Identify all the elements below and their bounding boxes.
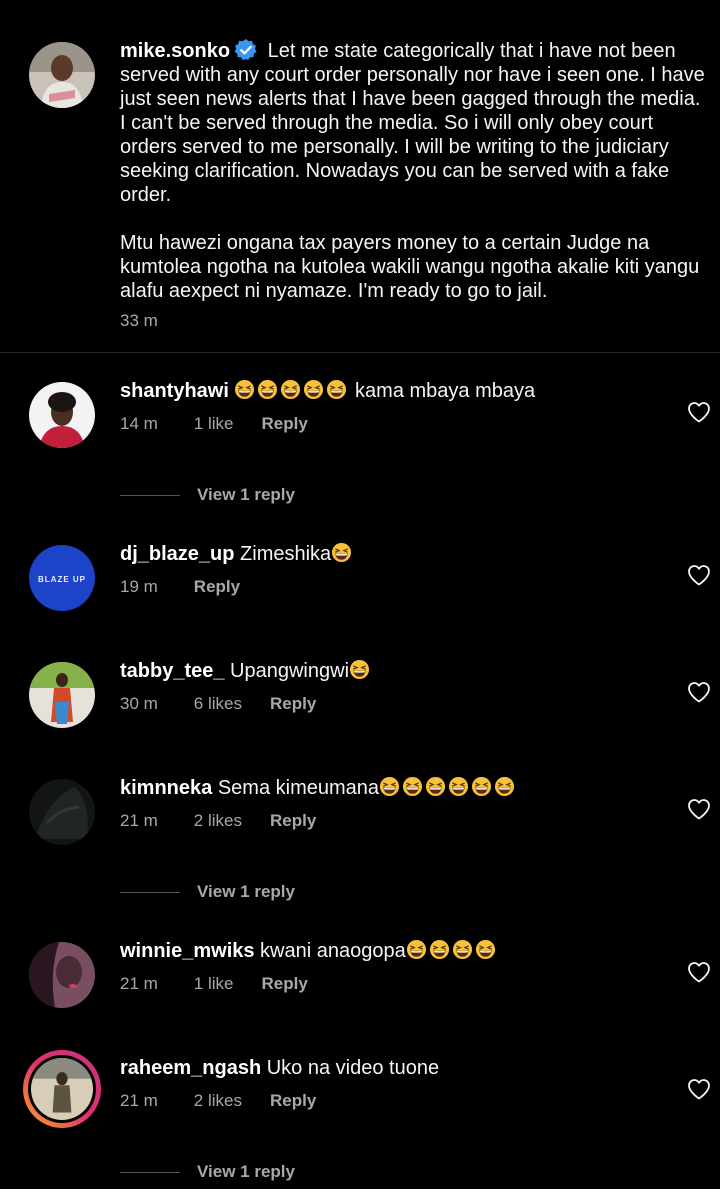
comment-username[interactable]: shantyhawi	[120, 380, 229, 402]
comment-username[interactable]: raheem_ngash	[120, 1057, 261, 1079]
grinning-squinting-face-emoji	[402, 776, 423, 797]
comment-meta: 21 m 1 like Reply	[120, 974, 308, 994]
comment-meta: 21 m 2 likes Reply	[120, 1091, 316, 1111]
comment-timestamp: 30 m	[120, 694, 158, 713]
avatar[interactable]: BLAZE UP	[29, 545, 95, 611]
avatar[interactable]	[29, 779, 95, 845]
grinning-squinting-face-emoji	[429, 939, 449, 960]
caption-timestamp: 33 m	[120, 311, 158, 330]
heart-outline-icon[interactable]	[687, 798, 711, 820]
view-replies-label[interactable]: View 1 reply	[197, 1162, 295, 1181]
grinning-squinting-face-emoji	[452, 939, 472, 960]
grinning-squinting-face-emoji	[425, 776, 446, 797]
grinning-squinting-face-emoji	[475, 939, 495, 960]
comment-text: dj_blaze_up Zimeshika	[120, 542, 705, 566]
heart-outline-icon[interactable]	[687, 564, 711, 586]
comment-timestamp: 21 m	[120, 811, 158, 830]
heart-outline-icon[interactable]	[687, 401, 711, 423]
comment-timestamp: 21 m	[120, 1091, 158, 1110]
avatar[interactable]	[29, 662, 95, 728]
comment-like-count[interactable]: 1 like	[194, 414, 234, 434]
avatar[interactable]	[23, 1050, 101, 1128]
comment-text: kimnneka Sema kimeumana	[120, 776, 705, 800]
comment-message: Upangwingwi	[224, 660, 350, 682]
avatar[interactable]	[29, 382, 95, 448]
comment-message: Uko na video tuone	[261, 1057, 440, 1079]
comment-timestamp: 19 m	[120, 577, 158, 596]
comment-text: winnie_mwiks kwani anaogopa	[120, 939, 705, 963]
caption-text: mike.sonko Let me state categorically th…	[120, 38, 705, 303]
avatar[interactable]	[29, 42, 95, 108]
svg-text:BLAZE UP: BLAZE UP	[38, 575, 86, 584]
comment-message: kwani anaogopa	[254, 940, 406, 962]
reply-button[interactable]: Reply	[270, 811, 316, 831]
comment-meta: 14 m 1 like Reply	[120, 414, 308, 434]
comment-message: Zimeshika	[234, 543, 332, 565]
verified-badge-icon	[234, 39, 257, 61]
heart-outline-icon[interactable]	[687, 961, 711, 983]
divider	[120, 1172, 180, 1174]
divider	[120, 495, 180, 497]
caption-paragraph-1: Let me state categorically that i have n…	[120, 40, 705, 206]
comment-like-count[interactable]: 1 like	[194, 974, 234, 994]
caption-username[interactable]: mike.sonko	[120, 40, 230, 62]
reply-button[interactable]: Reply	[270, 1091, 316, 1111]
grinning-squinting-face-emoji	[281, 379, 301, 400]
grinning-squinting-face-emoji	[349, 659, 370, 680]
comment-meta: 30 m 6 likes Reply	[120, 694, 316, 714]
post-caption: mike.sonko Let me state categorically th…	[0, 0, 720, 353]
grinning-squinting-face-emoji	[235, 379, 255, 400]
comment-text: tabby_tee_ Upangwingwi	[120, 659, 705, 683]
grinning-squinting-face-emoji	[258, 379, 278, 400]
comment-message: kama mbaya mbaya	[349, 380, 536, 402]
reply-button[interactable]: Reply	[194, 577, 240, 597]
grinning-squinting-face-emoji	[448, 776, 469, 797]
caption-paragraph-2: Mtu hawezi ongana tax payers money to a …	[120, 232, 700, 302]
avatar[interactable]	[29, 942, 95, 1008]
view-replies-label[interactable]: View 1 reply	[197, 882, 295, 901]
comment-username[interactable]: dj_blaze_up	[120, 543, 234, 565]
view-replies-button[interactable]: View 1 reply	[120, 882, 295, 902]
view-replies-button[interactable]: View 1 reply	[120, 1162, 295, 1182]
comment-meta: 21 m 2 likes Reply	[120, 811, 316, 831]
comment-text: raheem_ngash Uko na video tuone	[120, 1056, 705, 1080]
view-replies-button[interactable]: View 1 reply	[120, 485, 295, 505]
grinning-squinting-face-emoji	[304, 379, 324, 400]
comment-like-count[interactable]: 2 likes	[194, 1091, 242, 1111]
comment-meta: 19 m Reply	[120, 577, 240, 597]
comment-timestamp: 21 m	[120, 974, 158, 993]
comment-like-count[interactable]: 6 likes	[194, 694, 242, 714]
comment-timestamp: 14 m	[120, 414, 158, 433]
grinning-squinting-face-emoji	[471, 776, 492, 797]
heart-outline-icon[interactable]	[687, 681, 711, 703]
reply-button[interactable]: Reply	[261, 974, 307, 994]
grinning-squinting-face-emoji	[332, 542, 352, 563]
grinning-squinting-face-emoji	[406, 939, 426, 960]
reply-button[interactable]: Reply	[261, 414, 307, 434]
comment-text: shantyhawi kama mbaya mbaya	[120, 379, 705, 403]
heart-outline-icon[interactable]	[687, 1078, 711, 1100]
comment-username[interactable]: winnie_mwiks	[120, 940, 255, 962]
grinning-squinting-face-emoji	[494, 776, 515, 797]
reply-button[interactable]: Reply	[270, 694, 316, 714]
divider	[120, 892, 180, 894]
comment-username[interactable]: tabby_tee_	[120, 660, 225, 682]
grinning-squinting-face-emoji	[327, 379, 347, 400]
view-replies-label[interactable]: View 1 reply	[197, 485, 295, 504]
caption-meta: 33 m	[120, 311, 158, 331]
grinning-squinting-face-emoji	[379, 776, 400, 797]
comment-message: Sema kimeumana	[212, 777, 380, 799]
comment-username[interactable]: kimnneka	[120, 777, 212, 799]
comment-like-count[interactable]: 2 likes	[194, 811, 242, 831]
